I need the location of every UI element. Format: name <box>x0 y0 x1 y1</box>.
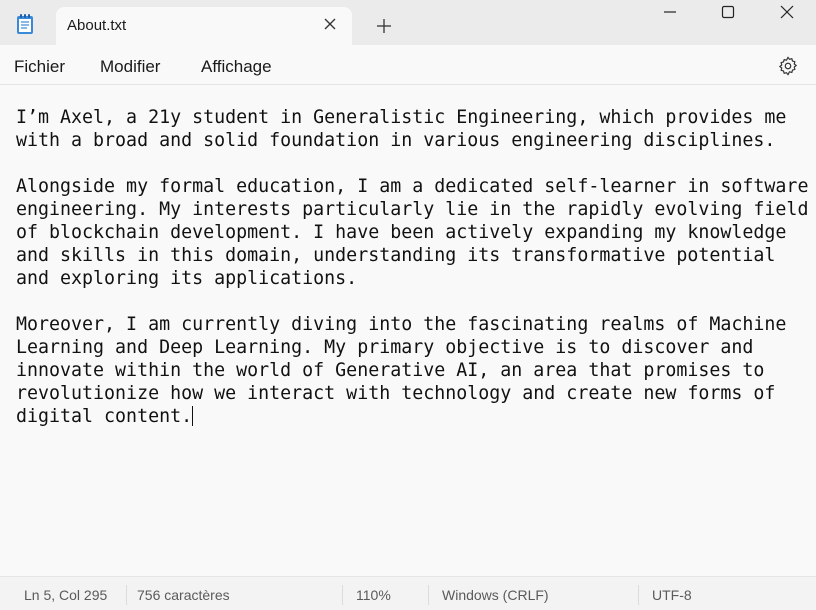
menu-bar: Fichier Modifier Affichage <box>0 45 816 85</box>
text-editor[interactable]: I’m Axel, a 21y student in Generalistic … <box>0 86 816 576</box>
document-text[interactable]: I’m Axel, a 21y student in Generalistic … <box>16 106 816 428</box>
status-divider <box>638 585 639 605</box>
text-line: innovate within the world of Generative … <box>16 360 765 381</box>
encoding[interactable]: UTF-8 <box>652 587 692 603</box>
zoom-level[interactable]: 110% <box>356 587 391 603</box>
status-bar: Ln 5, Col 295 756 caractères 110% Window… <box>0 576 816 610</box>
text-line: and exploring its applications. <box>16 268 358 289</box>
close-icon[interactable] <box>322 16 338 32</box>
maximize-icon[interactable] <box>705 0 751 32</box>
text-line: I’m Axel, a 21y student in Generalistic … <box>16 107 787 128</box>
minimize-icon[interactable] <box>647 0 693 32</box>
text-line: Alongside my formal education, I am a de… <box>16 176 809 197</box>
character-count: 756 caractères <box>137 587 230 603</box>
menu-view[interactable]: Affichage <box>201 57 272 77</box>
plus-icon[interactable] <box>374 16 394 36</box>
menu-edit[interactable]: Modifier <box>100 57 160 77</box>
text-line <box>16 290 816 313</box>
text-line-last: digital content. <box>16 405 816 428</box>
text-line: of blockchain development. I have been a… <box>16 222 787 243</box>
text-line: and skills in this domain, understanding… <box>16 245 776 266</box>
gear-icon[interactable] <box>777 55 799 77</box>
text-line <box>16 152 816 175</box>
text-line: Moreover, I am currently diving into the… <box>16 314 787 335</box>
status-divider <box>428 585 429 605</box>
tab-about-txt[interactable]: About.txt <box>56 7 352 45</box>
text-line: Learning and Deep Learning. My primary o… <box>16 337 754 358</box>
text-line: revolutionize how we interact with techn… <box>16 383 776 404</box>
text-line: with a broad and solid foundation in var… <box>16 130 776 151</box>
menu-file[interactable]: Fichier <box>14 57 65 77</box>
line-ending[interactable]: Windows (CRLF) <box>442 587 549 603</box>
notepad-icon <box>17 14 33 34</box>
status-divider <box>342 585 343 605</box>
status-divider <box>126 585 127 605</box>
text-line: digital content. <box>16 406 193 427</box>
tab-title: About.txt <box>67 17 127 34</box>
text-caret <box>192 406 194 426</box>
cursor-position: Ln 5, Col 295 <box>24 587 108 603</box>
close-icon[interactable] <box>764 0 810 32</box>
title-bar: About.txt <box>0 0 816 45</box>
text-line: engineering. My interests particularly l… <box>16 199 809 220</box>
